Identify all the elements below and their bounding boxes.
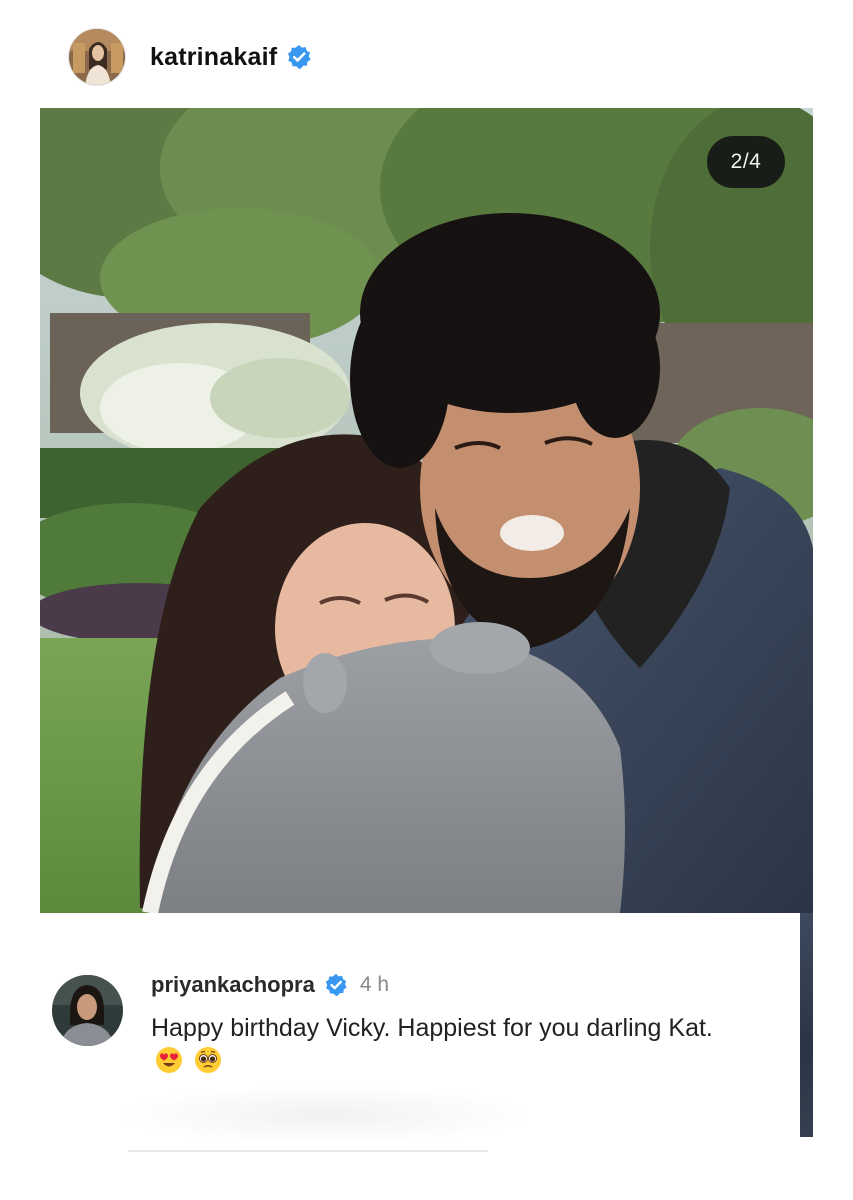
verified-badge-icon xyxy=(324,973,348,997)
comment-timestamp: 4 h xyxy=(359,973,390,996)
comment-text: Happy birthday Vicky. Happiest for you d… xyxy=(151,1012,751,1078)
verified-badge-icon xyxy=(286,44,312,70)
avatar-image xyxy=(69,29,125,85)
couple-photo-image xyxy=(40,108,813,913)
pleading-face-emoji-icon xyxy=(194,1046,222,1074)
post-header: katrinakaif xyxy=(68,27,312,87)
comment-text-content: Happy birthday Vicky. Happiest for you d… xyxy=(151,1014,713,1042)
comment-username[interactable]: priyankachopra xyxy=(151,972,315,998)
faded-divider xyxy=(128,1150,488,1152)
comment-item: priyankachopra 4 h Happy birthday Vicky.… xyxy=(52,968,772,1078)
comment-avatar-image xyxy=(52,975,123,1046)
post-photo[interactable]: 2/4 xyxy=(40,108,813,913)
comment-avatar[interactable] xyxy=(52,975,123,1046)
photo-edge-strip xyxy=(800,913,813,1137)
faded-next-comment xyxy=(115,1085,535,1145)
carousel-counter: 2/4 xyxy=(707,136,785,188)
heart-eyes-emoji-icon xyxy=(155,1046,183,1074)
post-username[interactable]: katrinakaif xyxy=(150,43,277,72)
avatar[interactable] xyxy=(68,28,126,86)
